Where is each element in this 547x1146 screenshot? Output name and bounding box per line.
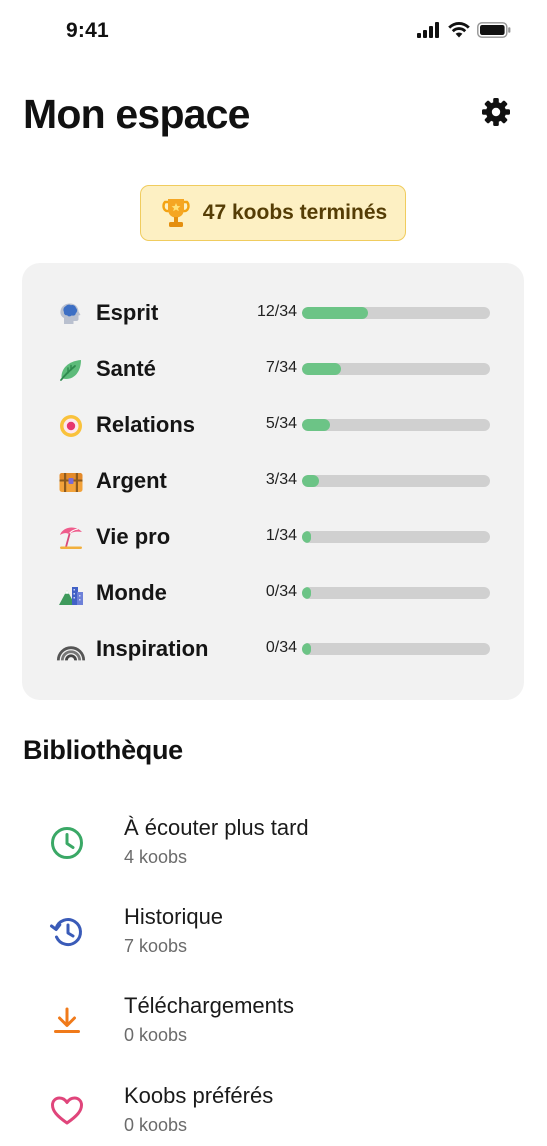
- category-count: 0/34: [265, 583, 297, 600]
- battery-icon: [477, 22, 511, 38]
- category-label: Relations: [96, 412, 196, 437]
- library-item-downloads[interactable]: Téléchargements 0 koobs: [0, 993, 547, 1059]
- header: Mon espace: [23, 86, 523, 142]
- category-label: Monde: [96, 580, 167, 605]
- category-count: 7/34: [265, 359, 297, 376]
- history-icon: [50, 918, 82, 947]
- clock-icon: [51, 827, 83, 859]
- category-progress-bar: [302, 307, 490, 319]
- brain-icon: [60, 303, 81, 324]
- library-item-history[interactable]: Historique 7 koobs: [0, 904, 547, 970]
- page-title: Mon espace: [23, 91, 251, 137]
- category-progress-fill: [302, 643, 311, 655]
- category-row-vie-pro[interactable]: Vie pro 1/34: [22, 517, 524, 557]
- category-progress-bar: [302, 363, 490, 375]
- settings-button[interactable]: [481, 97, 511, 127]
- category-row-esprit[interactable]: Esprit 12/34: [22, 293, 524, 333]
- category-count: 1/34: [265, 527, 297, 544]
- category-row-monde[interactable]: Monde 0/34: [22, 573, 524, 613]
- library-item-listen-later[interactable]: À écouter plus tard 4 koobs: [0, 815, 547, 881]
- library-item-title: À écouter plus tard: [124, 815, 309, 840]
- library-item-count: 7 koobs: [124, 936, 188, 956]
- wifi-icon: [448, 22, 470, 38]
- category-label: Vie pro: [96, 524, 171, 549]
- category-row-inspiration[interactable]: Inspiration 0/34: [22, 629, 524, 669]
- library-item-title: Koobs préférés: [124, 1083, 274, 1108]
- category-progress-bar: [302, 475, 490, 487]
- category-progress-fill: [302, 307, 369, 319]
- category-progress-bar: [302, 587, 490, 599]
- category-progress-fill: [302, 419, 330, 431]
- category-row-sante[interactable]: Santé 7/34: [22, 349, 524, 389]
- download-icon: [54, 1007, 80, 1033]
- category-count: 12/34: [256, 303, 297, 320]
- leaf-icon: [60, 360, 81, 381]
- category-progress-fill: [302, 475, 319, 487]
- library-item-favorites[interactable]: Koobs préférés 0 koobs: [0, 1083, 547, 1146]
- category-label: Esprit: [96, 300, 159, 325]
- library-item-title: Téléchargements: [124, 993, 294, 1018]
- rainbow-icon: [56, 646, 86, 661]
- category-label: Argent: [96, 468, 167, 493]
- trophy-icon: [162, 199, 190, 227]
- category-count: 3/34: [265, 471, 297, 488]
- category-row-relations[interactable]: Relations 5/34: [22, 405, 524, 445]
- category-progress-fill: [302, 531, 311, 543]
- category-progress-bar: [302, 643, 490, 655]
- status-time: 9:41: [66, 19, 109, 42]
- category-progress-bar: [302, 531, 490, 543]
- beach-umbrella-icon: [60, 527, 82, 549]
- status-bar: 9:41: [0, 0, 547, 62]
- library-item-count: 0 koobs: [124, 1025, 188, 1045]
- status-icons: [417, 22, 511, 38]
- category-progress-fill: [302, 363, 341, 375]
- target-icon: [60, 415, 82, 437]
- category-progress-card: Esprit 12/34 Santé 7/34 Relations 5/34 A…: [22, 263, 524, 700]
- library-item-count: 4 koobs: [124, 847, 188, 867]
- category-count: 0/34: [265, 639, 297, 656]
- treasure-chest-icon: [59, 473, 83, 492]
- achievement-text: 47 koobs terminés: [202, 201, 388, 224]
- category-progress-bar: [302, 419, 490, 431]
- library-item-title: Historique: [124, 904, 224, 929]
- category-count: 5/34: [265, 415, 297, 432]
- library-section-title: Bibliothèque: [23, 735, 183, 765]
- category-progress-fill: [302, 587, 311, 599]
- city-mountain-icon: [59, 587, 83, 605]
- gear-icon: [482, 98, 510, 126]
- achievement-badge: 47 koobs terminés: [140, 185, 406, 241]
- category-label: Inspiration: [96, 636, 209, 661]
- library-item-count: 0 koobs: [124, 1115, 188, 1135]
- heart-icon: [51, 1096, 83, 1125]
- category-row-argent[interactable]: Argent 3/34: [22, 461, 524, 501]
- cellular-signal-icon: [417, 22, 439, 38]
- category-label: Santé: [96, 356, 156, 381]
